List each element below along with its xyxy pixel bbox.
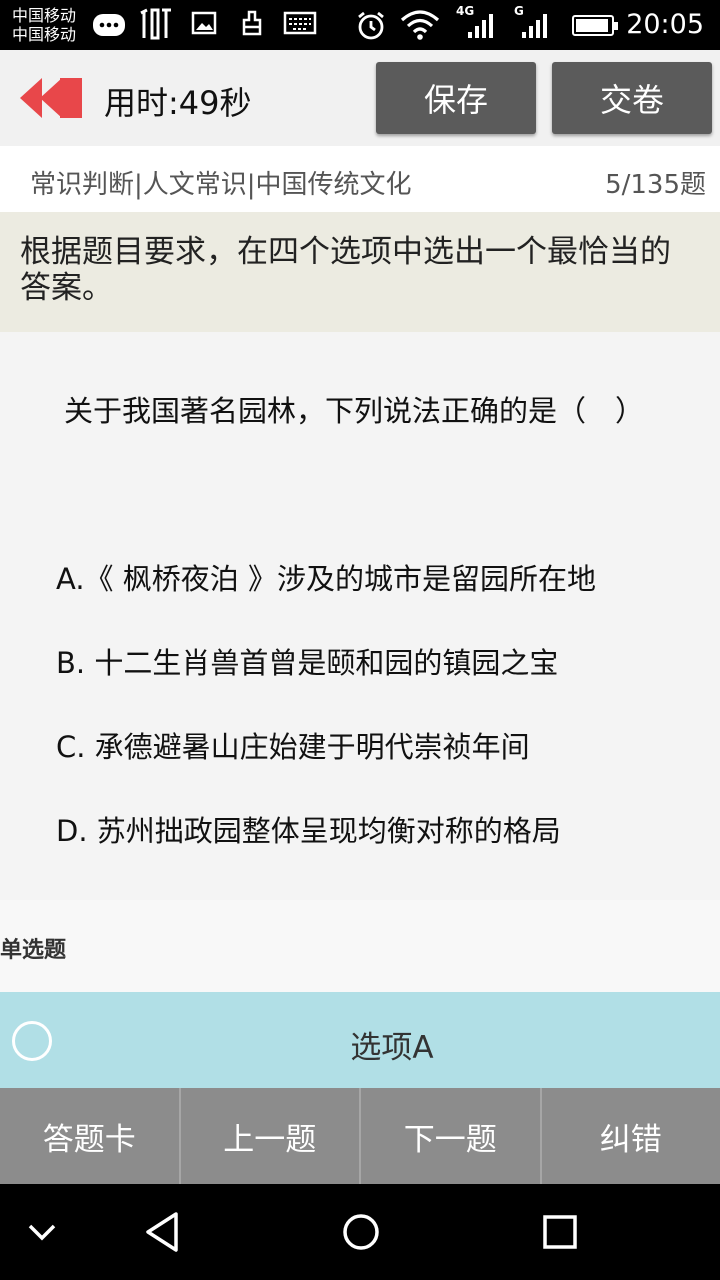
battery-icon bbox=[572, 15, 618, 36]
category-bar: 常识判断|人文常识|中国传统文化 5/135题 bbox=[0, 146, 720, 212]
question-counter: 5/135题 bbox=[605, 170, 706, 200]
chevron-down-icon[interactable] bbox=[18, 1208, 66, 1256]
status-bar: 中国移动 中国移动 4G G 20:05 bbox=[0, 0, 720, 50]
elapsed-timer: 用时:49秒 bbox=[104, 84, 252, 122]
listen-app-icon bbox=[138, 6, 174, 49]
option-b[interactable]: B. 十二生肖兽首曾是颐和园的镇园之宝 bbox=[56, 640, 558, 682]
home-circle-icon[interactable] bbox=[337, 1208, 385, 1256]
alarm-icon bbox=[355, 10, 387, 49]
question-text: 关于我国著名园林，下列说法正确的是（ ） bbox=[64, 394, 645, 428]
image-icon bbox=[191, 10, 217, 43]
answer-card-button[interactable]: 答题卡 bbox=[0, 1088, 181, 1184]
wifi-icon bbox=[400, 10, 440, 47]
next-question-button[interactable]: 下一题 bbox=[361, 1088, 542, 1184]
signal-1-icon bbox=[468, 14, 494, 38]
cleaner-icon bbox=[239, 10, 265, 43]
question-type-bar: 单选题 bbox=[0, 900, 720, 992]
option-a[interactable]: A.《 枫桥夜泊 》涉及的城市是留园所在地 bbox=[56, 556, 596, 598]
recent-apps-icon[interactable] bbox=[536, 1208, 584, 1256]
carrier-line-2: 中国移动 bbox=[12, 25, 77, 44]
carrier-line-1: 中国移动 bbox=[12, 6, 77, 25]
keyboard-icon bbox=[283, 10, 317, 43]
report-error-button[interactable]: 纠错 bbox=[542, 1088, 720, 1184]
back-arrow-icon[interactable] bbox=[20, 76, 84, 120]
signal-2-icon bbox=[522, 14, 548, 38]
exam-header: 用时:49秒 保存 交卷 bbox=[0, 50, 720, 146]
chat-icon bbox=[92, 10, 128, 47]
system-navigation-bar bbox=[0, 1184, 720, 1280]
answer-choice-label: 选项A bbox=[350, 1030, 434, 1066]
carrier-label: 中国移动 中国移动 bbox=[12, 6, 76, 44]
question-type-label: 单选题 bbox=[0, 938, 67, 963]
clock-time: 20:05 bbox=[626, 9, 704, 40]
submit-exam-button[interactable]: 交卷 bbox=[552, 62, 712, 134]
option-d[interactable]: D. 苏州拙政园整体呈现均衡对称的格局 bbox=[56, 808, 561, 850]
bottom-navigation: 答题卡 上一题 下一题 纠错 bbox=[0, 1088, 720, 1184]
back-triangle-icon[interactable] bbox=[138, 1208, 186, 1256]
question-instruction: 根据题目要求，在四个选项中选出一个最恰当的答案。 bbox=[0, 212, 720, 332]
answer-choice-row[interactable]: 选项A bbox=[0, 992, 720, 1088]
previous-question-button[interactable]: 上一题 bbox=[181, 1088, 361, 1184]
save-button[interactable]: 保存 bbox=[376, 62, 536, 134]
option-c[interactable]: C. 承德避暑山庄始建于明代崇祯年间 bbox=[56, 724, 530, 766]
category-path: 常识判断|人文常识|中国传统文化 bbox=[30, 170, 412, 200]
